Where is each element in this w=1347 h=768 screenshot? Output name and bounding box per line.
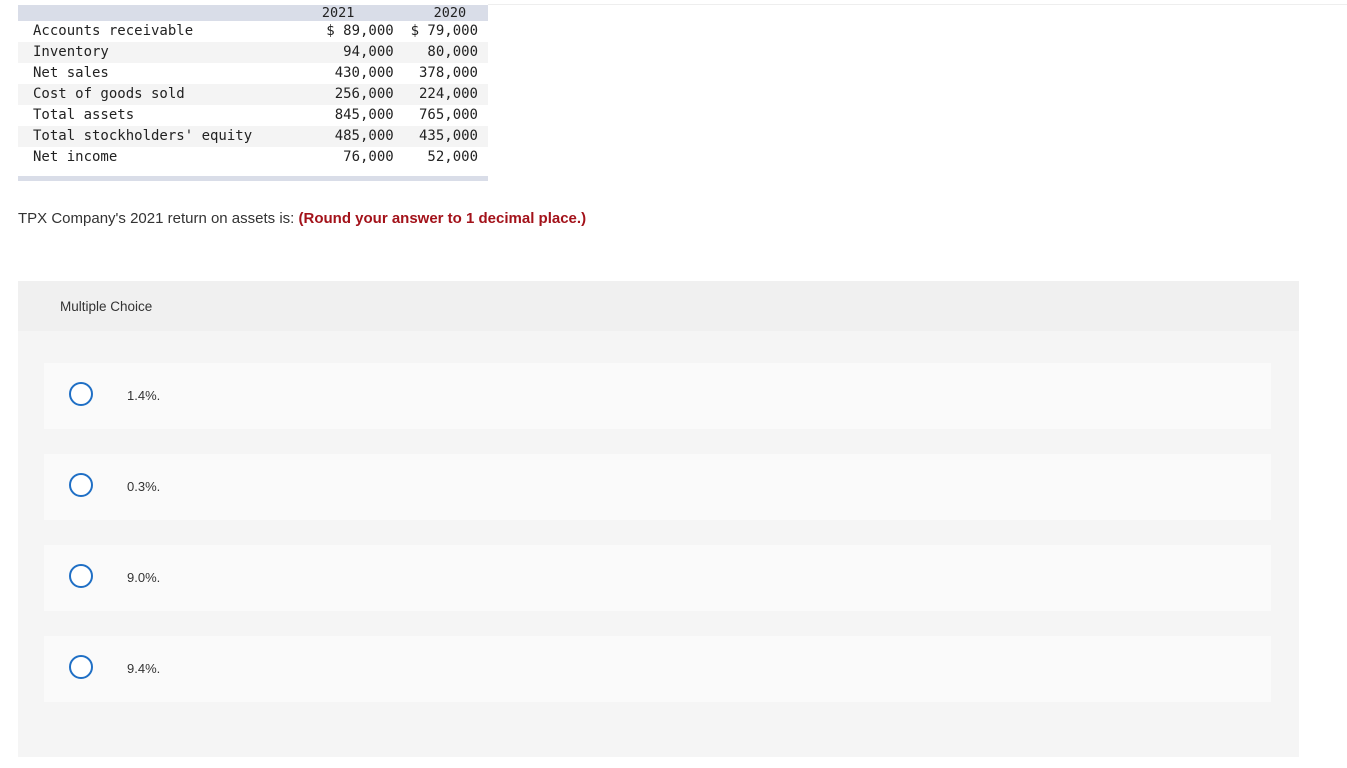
table-bottom-border: [18, 176, 488, 181]
radio-button-icon[interactable]: [69, 564, 93, 588]
option-4[interactable]: 9.4%.: [44, 636, 1271, 702]
value-2020: $ 79,000: [410, 23, 478, 39]
financial-data-table: 2021 2020 Accounts receivable $ 89,000 $…: [18, 5, 488, 168]
value-2020: 378,000: [418, 65, 478, 81]
multiple-choice-options: 1.4%. 0.3%. 9.0%. 9.4%.: [18, 331, 1299, 757]
value-2020: 52,000: [427, 149, 478, 165]
row-label: Cost of goods sold: [18, 84, 301, 105]
value-2021: 256,000: [300, 84, 394, 105]
value-2020: 435,000: [393, 126, 488, 147]
header-label-cell: [18, 5, 301, 21]
value-2021: 94,000: [300, 42, 394, 63]
radio-button-icon[interactable]: [69, 473, 93, 497]
radio-button-icon[interactable]: [69, 382, 93, 406]
multiple-choice-title: Multiple Choice: [60, 299, 153, 314]
table-header-row: 2021 2020: [18, 5, 488, 21]
table-row: Net sales 430,000 378,000: [18, 63, 488, 84]
value-2020: 224,000: [393, 84, 488, 105]
table-row: Inventory 94,000 80,000: [18, 42, 488, 63]
option-2[interactable]: 0.3%.: [44, 454, 1271, 520]
multiple-choice-panel: Multiple Choice 1.4%. 0.3%. 9.0%. 9.4%.: [18, 281, 1299, 757]
top-divider: [488, 4, 1347, 5]
row-label: Total assets: [33, 107, 135, 123]
value-2020: 765,000: [418, 107, 478, 123]
value-2021: $ 89,000: [326, 23, 394, 39]
header-2020: 2020: [393, 5, 488, 21]
row-label: Net income: [33, 149, 118, 165]
row-label: Net sales: [33, 65, 109, 81]
table-row: Total assets 845,000 765,000: [18, 105, 488, 126]
table-row: Cost of goods sold 256,000 224,000: [18, 84, 488, 105]
multiple-choice-header: Multiple Choice: [18, 281, 1299, 331]
option-label: 1.4%.: [127, 388, 161, 403]
value-2021: 485,000: [300, 126, 394, 147]
question-text: TPX Company's 2021 return on assets is: …: [18, 210, 586, 227]
option-label: 9.0%.: [127, 570, 161, 585]
option-label: 9.4%.: [127, 661, 161, 676]
header-2021: 2021: [300, 5, 394, 21]
option-1[interactable]: 1.4%.: [44, 363, 1271, 429]
row-label: Accounts receivable: [33, 23, 194, 39]
value-2021: 845,000: [334, 107, 394, 123]
value-2021: 430,000: [334, 65, 394, 81]
value-2021: 76,000: [343, 149, 394, 165]
option-label: 0.3%.: [127, 479, 161, 494]
radio-button-icon[interactable]: [69, 655, 93, 679]
row-label: Total stockholders' equity: [18, 126, 301, 147]
table-row: Net income 76,000 52,000: [18, 147, 488, 168]
row-label: Inventory: [18, 42, 301, 63]
option-3[interactable]: 9.0%.: [44, 545, 1271, 611]
value-2020: 80,000: [393, 42, 488, 63]
rounding-hint: (Round your answer to 1 decimal place.): [298, 210, 587, 227]
question-prompt: TPX Company's 2021 return on assets is:: [18, 210, 299, 227]
table-row: Total stockholders' equity 485,000 435,0…: [18, 126, 488, 147]
table-row: Accounts receivable $ 89,000 $ 79,000: [18, 21, 488, 42]
